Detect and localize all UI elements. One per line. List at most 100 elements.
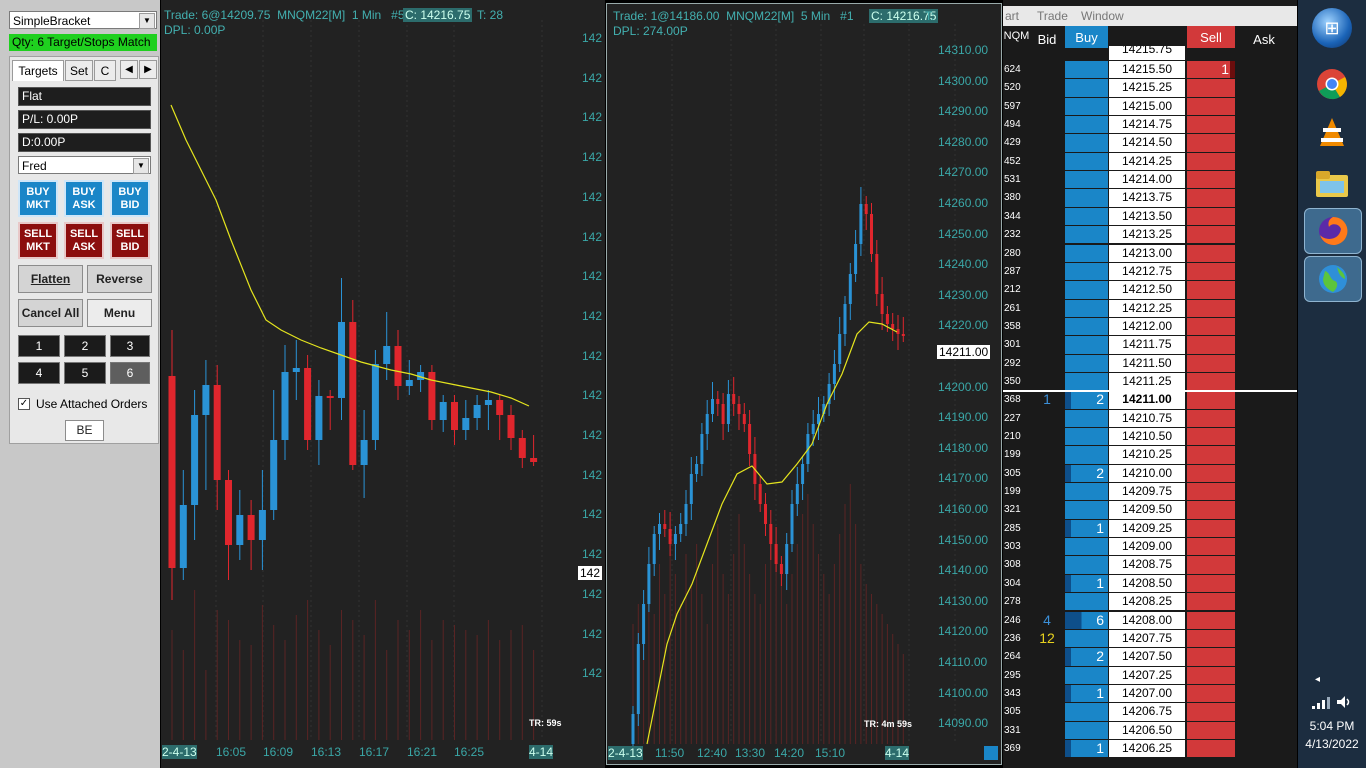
reverse-button[interactable]: Reverse bbox=[87, 265, 152, 293]
ladder-sell-cell[interactable] bbox=[1187, 446, 1235, 464]
ladder-bid-cell[interactable] bbox=[1031, 685, 1063, 702]
ladder-bid-cell[interactable] bbox=[1031, 740, 1063, 757]
ladder-buy-cell[interactable] bbox=[1065, 629, 1108, 648]
ladder-sell-cell[interactable] bbox=[1187, 739, 1235, 758]
buy-ask-button[interactable]: BUY ASK bbox=[64, 180, 104, 217]
clock-time[interactable]: 5:04 PM bbox=[1298, 719, 1366, 733]
ladder-sell-cell[interactable] bbox=[1187, 684, 1235, 703]
ladder-sell-cell[interactable] bbox=[1187, 97, 1235, 116]
ladder-buy-cell[interactable] bbox=[1065, 207, 1108, 226]
ladder-buy-cell[interactable] bbox=[1065, 262, 1108, 281]
ladder-buy-cell[interactable] bbox=[1065, 446, 1108, 464]
ladder-bid-cell[interactable] bbox=[1031, 98, 1063, 115]
ladder-bid-cell[interactable] bbox=[1031, 410, 1063, 427]
clock-date[interactable]: 4/13/2022 bbox=[1298, 737, 1366, 751]
ladder-ask-cell[interactable] bbox=[1239, 79, 1289, 96]
ladder-sell-cell[interactable] bbox=[1187, 391, 1235, 409]
ladder-buy-cell[interactable]: 1 bbox=[1065, 684, 1108, 703]
ladder-buy-cell[interactable] bbox=[1065, 134, 1108, 152]
ladder-bid-cell[interactable] bbox=[1031, 263, 1063, 280]
ladder-ask-cell[interactable] bbox=[1239, 208, 1289, 225]
qty-5-button[interactable]: 5 bbox=[64, 362, 106, 384]
qty-2-button[interactable]: 2 bbox=[64, 335, 106, 357]
ladder-bid-cell[interactable] bbox=[1031, 226, 1063, 243]
ladder-buy-cell[interactable]: 1 bbox=[1065, 574, 1108, 593]
ladder-sell-cell[interactable] bbox=[1187, 721, 1235, 739]
ladder-ask-cell[interactable] bbox=[1239, 245, 1289, 262]
ladder-buy-cell[interactable] bbox=[1065, 189, 1108, 207]
ladder-buy-cell[interactable] bbox=[1065, 336, 1108, 354]
ladder-ask-cell[interactable] bbox=[1239, 722, 1289, 739]
ladder-buy-cell[interactable] bbox=[1065, 354, 1108, 372]
ladder-ask-cell[interactable] bbox=[1239, 318, 1289, 335]
ladder-buy-cell[interactable] bbox=[1065, 538, 1108, 556]
ladder-sell-cell[interactable] bbox=[1187, 501, 1235, 519]
tab-scroll-right-icon[interactable]: ▶ bbox=[139, 60, 157, 79]
ladder-sell-cell[interactable] bbox=[1187, 299, 1235, 317]
ladder-sell-cell[interactable] bbox=[1187, 354, 1235, 372]
ladder-ask-cell[interactable] bbox=[1239, 98, 1289, 115]
ladder-sell-cell[interactable] bbox=[1187, 464, 1235, 483]
ladder-buy-cell[interactable] bbox=[1065, 79, 1108, 97]
ladder-ask-cell[interactable] bbox=[1239, 171, 1289, 188]
ladder-ask-cell[interactable] bbox=[1239, 116, 1289, 133]
ladder-bid-cell[interactable] bbox=[1031, 648, 1063, 665]
ladder-buy-cell[interactable] bbox=[1065, 244, 1108, 262]
flatten-button[interactable]: Flatten bbox=[18, 265, 83, 293]
chart-5min[interactable]: Trade: 1@14186.00 MNQM22[M] 5 Min #1 C: … bbox=[606, 3, 1002, 765]
ladder-buy-cell[interactable] bbox=[1065, 721, 1108, 739]
chevron-down-icon[interactable]: ▼ bbox=[133, 158, 149, 174]
ladder-sell-cell[interactable] bbox=[1187, 262, 1235, 281]
ladder-buy-cell[interactable]: 2 bbox=[1065, 464, 1108, 483]
ladder-sell-cell[interactable] bbox=[1187, 152, 1235, 171]
ladder-bid-cell[interactable] bbox=[1031, 171, 1063, 188]
sell-bid-button[interactable]: SELL BID bbox=[110, 222, 150, 259]
buy-bid-button[interactable]: BUY BID bbox=[110, 180, 150, 217]
cancel-all-button[interactable]: Cancel All bbox=[18, 299, 83, 327]
menu-window[interactable]: Window bbox=[1081, 9, 1124, 23]
ladder-buy-cell[interactable] bbox=[1065, 409, 1108, 427]
qty-6-button[interactable]: 6 bbox=[110, 362, 150, 384]
ladder-buy-cell[interactable] bbox=[1065, 152, 1108, 171]
vlc-icon[interactable] bbox=[1312, 112, 1352, 152]
ladder-ask-cell[interactable] bbox=[1239, 61, 1289, 78]
ladder-buy-cell[interactable] bbox=[1065, 97, 1108, 116]
ladder-ask-cell[interactable] bbox=[1239, 556, 1289, 573]
ladder-sell-cell[interactable] bbox=[1187, 611, 1235, 629]
qty-4-button[interactable]: 4 bbox=[18, 362, 60, 384]
menu-button[interactable]: Menu bbox=[87, 299, 152, 327]
volume-icon[interactable] bbox=[1336, 695, 1352, 709]
ladder-ask-cell[interactable] bbox=[1239, 501, 1289, 518]
tray-expand-icon[interactable]: ◂ bbox=[1315, 674, 1320, 685]
strategy-select[interactable]: SimpleBracket ▼ bbox=[9, 11, 157, 29]
buy-mkt-button[interactable]: BUY MKT bbox=[18, 180, 58, 217]
ladder-buy-cell[interactable] bbox=[1065, 61, 1108, 79]
ladder-sell-cell[interactable] bbox=[1187, 134, 1235, 152]
ladder-bid-cell[interactable] bbox=[1031, 556, 1063, 573]
ladder-bid-cell[interactable] bbox=[1031, 667, 1063, 684]
ladder-sell-cell[interactable] bbox=[1187, 409, 1235, 427]
qty-3-button[interactable]: 3 bbox=[110, 335, 150, 357]
ladder-sell-cell[interactable] bbox=[1187, 593, 1235, 611]
network-icon[interactable] bbox=[1312, 696, 1330, 709]
ladder-bid-size[interactable]: 12 bbox=[1031, 630, 1063, 647]
ladder-ask-cell[interactable] bbox=[1239, 355, 1289, 372]
ladder-ask-cell[interactable] bbox=[1239, 226, 1289, 243]
menu-trade[interactable]: Trade bbox=[1037, 9, 1068, 23]
ladder-bid-cell[interactable] bbox=[1031, 538, 1063, 555]
ladder-buy-cell[interactable] bbox=[1065, 666, 1108, 684]
ladder-bid-cell[interactable] bbox=[1031, 336, 1063, 353]
ladder-bid-size[interactable]: 1 bbox=[1031, 391, 1063, 408]
tab-targets[interactable]: Targets bbox=[12, 60, 64, 81]
ladder-ask-cell[interactable] bbox=[1239, 520, 1289, 537]
ladder-sell-cell[interactable] bbox=[1187, 79, 1235, 97]
chevron-down-icon[interactable]: ▼ bbox=[139, 13, 155, 29]
ladder-buy-cell[interactable] bbox=[1065, 317, 1108, 336]
ladder-ask-cell[interactable] bbox=[1239, 667, 1289, 684]
ladder-ask-cell[interactable] bbox=[1239, 300, 1289, 317]
ladder-ask-cell[interactable] bbox=[1239, 281, 1289, 298]
menu-chart[interactable]: art bbox=[1005, 9, 1019, 23]
ladder-sell-cell[interactable] bbox=[1187, 372, 1235, 391]
ladder-buy-cell[interactable]: 2 bbox=[1065, 648, 1108, 666]
chrome-icon[interactable] bbox=[1312, 64, 1352, 104]
